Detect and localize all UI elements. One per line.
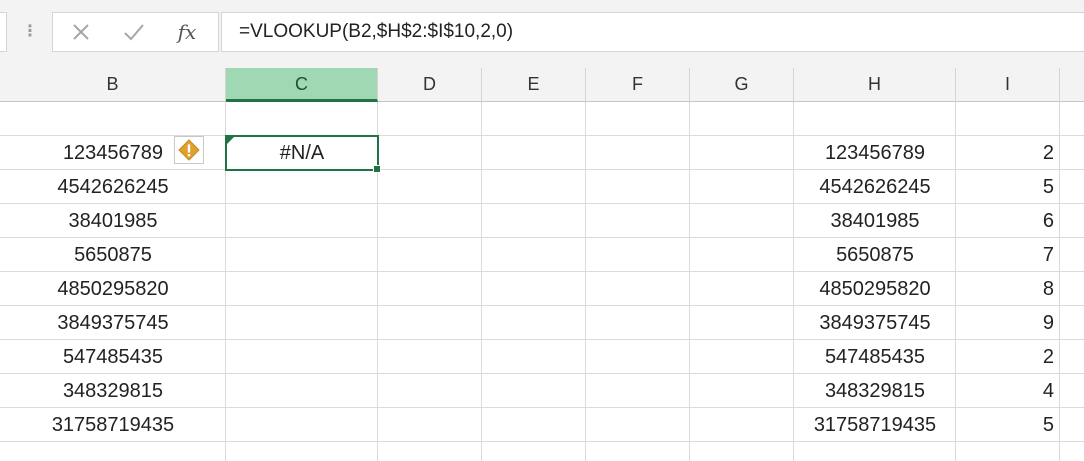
cell-i10[interactable]: 5 [956,408,1060,442]
cell-b3[interactable]: 4542626245 [0,170,226,204]
active-cell-value: #N/A [279,142,325,164]
cancel-button[interactable] [61,13,101,51]
error-warning-button[interactable] [174,136,204,164]
column-header-e[interactable]: E [482,68,586,101]
cell-h10[interactable]: 31758719435 [794,408,956,442]
column-header-h[interactable]: H [794,68,956,101]
formula-bar-area: ⋮ fx =VLOOKUP(B2,$H$2:$I$10,2,0) [0,0,1084,68]
cell-i5[interactable]: 7 [956,238,1060,272]
name-box[interactable] [0,12,7,52]
cell-i2[interactable]: 2 [956,136,1060,170]
cell-b9[interactable]: 348329815 [0,374,226,408]
cell-b4[interactable]: 38401985 [0,204,226,238]
cell-i4[interactable]: 6 [956,204,1060,238]
cell-b7[interactable]: 3849375745 [0,306,226,340]
cell-b10[interactable]: 31758719435 [0,408,226,442]
cell-h2[interactable]: 123456789 [794,136,956,170]
column-headers: B C D E F G H I [0,68,1084,102]
column-header-f[interactable]: F [586,68,690,101]
column-header-c[interactable]: C [226,68,378,102]
formula-bar-grip-icon[interactable]: ⋮ [22,24,38,44]
column-header-b[interactable]: B [0,68,226,101]
check-icon [124,24,144,41]
cell-i8[interactable]: 2 [956,340,1060,374]
enter-button[interactable] [114,13,154,51]
excel-window: ⋮ fx =VLOOKUP(B2,$H$2:$I$10,2,0) B C D E… [0,0,1084,461]
cell-h9[interactable]: 348329815 [794,374,956,408]
error-indicator-icon [227,137,234,144]
cell-i7[interactable]: 9 [956,306,1060,340]
formula-input[interactable]: =VLOOKUP(B2,$H$2:$I$10,2,0) [221,12,1084,52]
cell-h8[interactable]: 547485435 [794,340,956,374]
cell-h3[interactable]: 4542626245 [794,170,956,204]
exclamation-diamond-icon [178,139,200,161]
cell-i9[interactable]: 4 [956,374,1060,408]
active-cell-c2[interactable]: #N/A [225,135,381,173]
cell-h4[interactable]: 38401985 [794,204,956,238]
cell-b6[interactable]: 4850295820 [0,272,226,306]
insert-function-button[interactable]: fx [167,13,207,51]
fill-handle[interactable] [373,165,381,173]
cell-h7[interactable]: 3849375745 [794,306,956,340]
fx-icon: fx [177,20,197,44]
column-header-g[interactable]: G [690,68,794,101]
formula-buttons: fx [52,12,219,52]
cell-h5[interactable]: 5650875 [794,238,956,272]
cell-i3[interactable]: 5 [956,170,1060,204]
column-header-d[interactable]: D [378,68,482,101]
cell-b8[interactable]: 547485435 [0,340,226,374]
column-header-i[interactable]: I [956,68,1060,101]
close-icon [73,24,89,40]
cell-b5[interactable]: 5650875 [0,238,226,272]
cell-i6[interactable]: 8 [956,272,1060,306]
cell-h6[interactable]: 4850295820 [794,272,956,306]
